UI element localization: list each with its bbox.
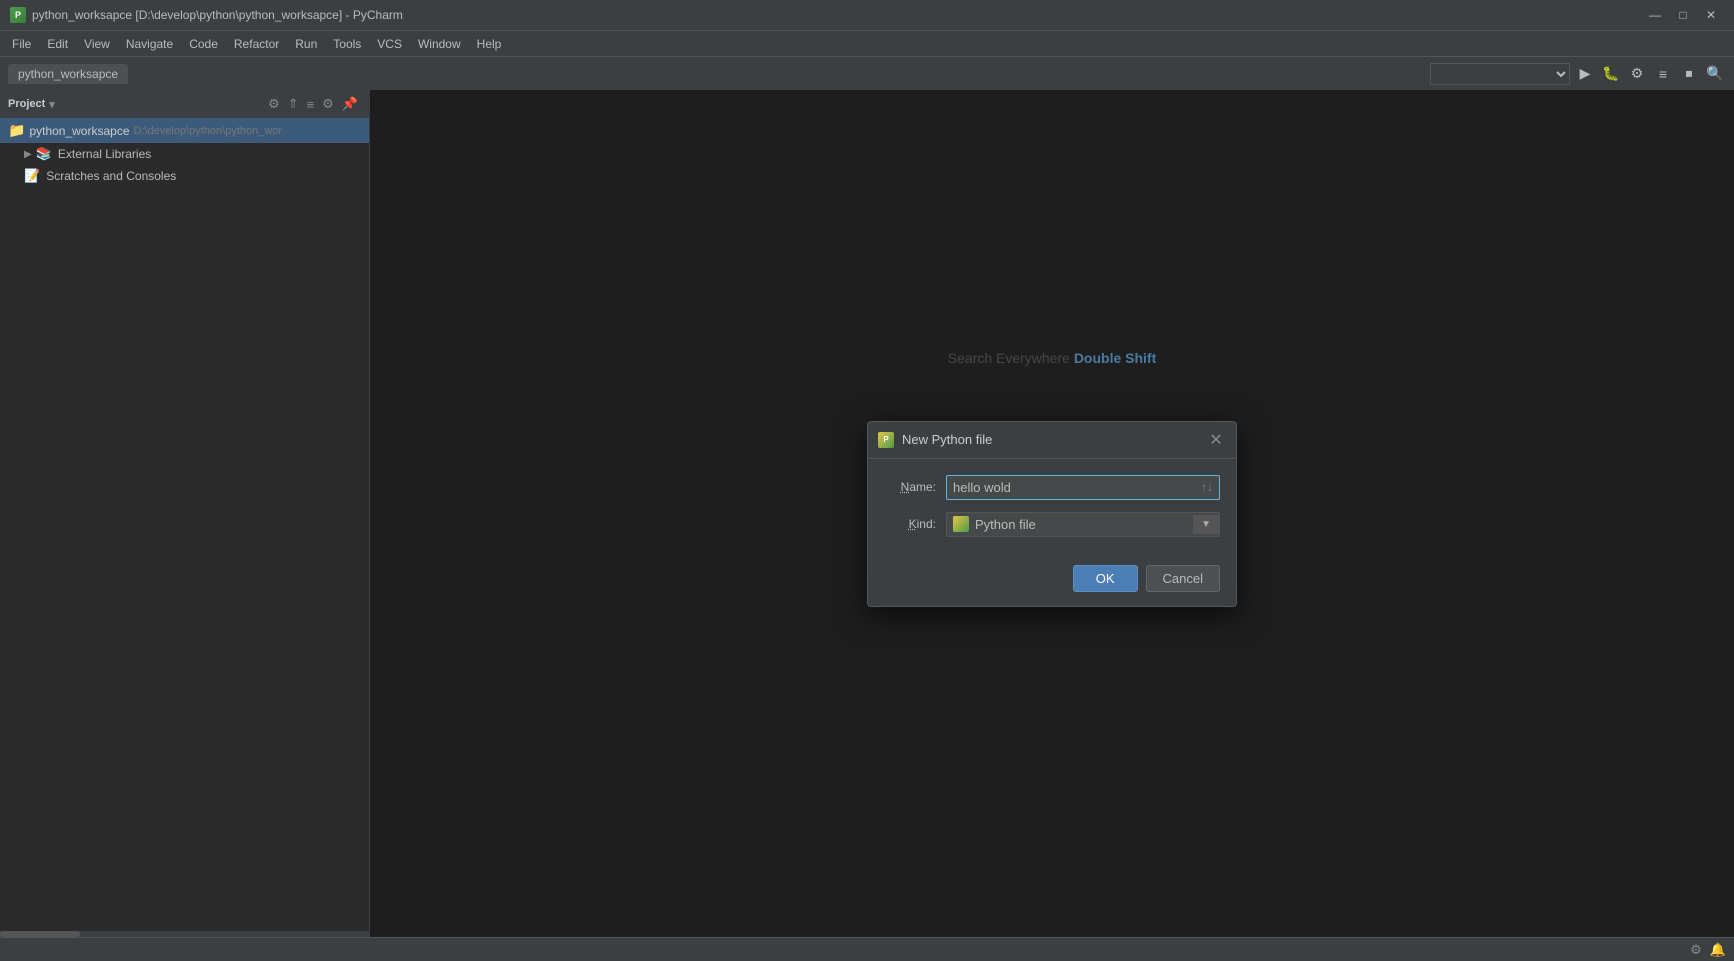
dialog-overlay: P New Python file ✕ Name: ↑↓: [370, 90, 1734, 937]
status-bar: ⚙ 🔔: [0, 937, 1734, 961]
folder-icon: 📁: [8, 122, 25, 139]
stop-button[interactable]: ⏹: [1678, 63, 1700, 85]
ok-button[interactable]: OK: [1073, 565, 1138, 592]
close-button[interactable]: ✕: [1698, 5, 1724, 25]
menu-window[interactable]: Window: [410, 35, 469, 53]
external-libraries-icon: 📚: [36, 146, 52, 162]
sidebar: Project ▾ ⚙ ⇑ ≡ ⚙ 📌 📁 python_worksapce D…: [0, 90, 370, 937]
kind-label: Kind:: [884, 517, 936, 531]
dialog-close-button[interactable]: ✕: [1206, 430, 1226, 450]
kind-select[interactable]: Python file Python unit test Python stub: [969, 513, 1193, 536]
project-root-name: python_worksapce: [29, 124, 129, 138]
sidebar-scrollbar[interactable]: [0, 931, 370, 937]
sidebar-header: Project ▾ ⚙ ⇑ ≡ ⚙ 📌: [0, 90, 369, 118]
sidebar-options-btn[interactable]: ≡: [304, 95, 318, 113]
dialog-title-bar: P New Python file ✕: [868, 422, 1236, 459]
project-root-path: D:\develop\python\python_wor: [134, 125, 283, 137]
sidebar-dropdown-icon[interactable]: ▾: [49, 98, 55, 111]
status-icon-right[interactable]: 🔔: [1710, 942, 1726, 958]
name-input[interactable]: [947, 476, 1195, 499]
kind-row: Kind: Python file Python unit test Pytho…: [884, 512, 1220, 537]
name-label: Name:: [884, 480, 936, 494]
external-libraries-label: External Libraries: [58, 147, 151, 161]
expand-icon: ▶: [24, 149, 32, 160]
title-bar-controls: — □ ✕: [1642, 5, 1724, 25]
scratches-consoles-label: Scratches and Consoles: [46, 169, 176, 183]
project-root-item[interactable]: 📁 python_worksapce D:\develop\python\pyt…: [0, 118, 369, 143]
dialog-title: New Python file: [902, 432, 1206, 447]
scratches-consoles-item[interactable]: 📝 Scratches and Consoles: [0, 165, 369, 187]
title-bar-text: python_worksapce [D:\develop\python\pyth…: [32, 8, 1642, 22]
sidebar-pin-btn[interactable]: 📌: [339, 95, 361, 113]
title-bar: P python_worksapce [D:\develop\python\py…: [0, 0, 1734, 30]
scratches-icon: 📝: [24, 168, 40, 184]
coverage-button[interactable]: ⚙: [1626, 63, 1648, 85]
run-config-combo[interactable]: [1430, 63, 1570, 85]
maximize-button[interactable]: □: [1670, 5, 1696, 25]
kind-dropdown-arrow[interactable]: ▼: [1193, 515, 1219, 534]
sidebar-header-label: Project: [8, 98, 45, 110]
menu-vcs[interactable]: VCS: [369, 35, 410, 53]
minimize-button[interactable]: —: [1642, 5, 1668, 25]
menu-navigate[interactable]: Navigate: [118, 35, 181, 53]
external-libraries-item[interactable]: ▶ 📚 External Libraries: [0, 143, 369, 165]
search-everywhere-button[interactable]: 🔍: [1704, 63, 1726, 85]
name-input-wrap: ↑↓: [946, 475, 1220, 500]
menu-bar: File Edit View Navigate Code Refactor Ru…: [0, 30, 1734, 56]
python-file-icon: [953, 516, 969, 532]
app-icon: P: [10, 7, 26, 23]
menu-code[interactable]: Code: [181, 35, 226, 53]
menu-view[interactable]: View: [76, 35, 118, 53]
menu-help[interactable]: Help: [469, 35, 510, 53]
main-area: Project ▾ ⚙ ⇑ ≡ ⚙ 📌 📁 python_worksapce D…: [0, 90, 1734, 937]
run-button[interactable]: ▶: [1574, 63, 1596, 85]
profile-button[interactable]: ≡: [1652, 63, 1674, 85]
sidebar-settings-btn[interactable]: ⚙: [265, 95, 283, 113]
name-row: Name: ↑↓: [884, 475, 1220, 500]
menu-refactor[interactable]: Refactor: [226, 35, 287, 53]
sidebar-gear-btn[interactable]: ⚙: [319, 95, 337, 113]
menu-tools[interactable]: Tools: [325, 35, 369, 53]
dialog-body: Name: ↑↓ Kind:: [868, 459, 1236, 561]
sidebar-collapse-btn[interactable]: ⇑: [285, 95, 302, 113]
dialog-footer: OK Cancel: [868, 561, 1236, 606]
debug-button[interactable]: 🐛: [1600, 63, 1622, 85]
menu-run[interactable]: Run: [287, 35, 325, 53]
menu-edit[interactable]: Edit: [39, 35, 76, 53]
dialog-title-icon: P: [878, 432, 894, 448]
toolbar: python_worksapce ▶ 🐛 ⚙ ≡ ⏹ 🔍: [0, 56, 1734, 90]
sidebar-header-actions: ⚙ ⇑ ≡ ⚙ 📌: [265, 95, 361, 113]
name-sort-button[interactable]: ↑↓: [1195, 478, 1219, 496]
project-tab-label: python_worksapce: [18, 67, 118, 81]
project-tab[interactable]: python_worksapce: [8, 64, 128, 84]
kind-select-wrap: Python file Python unit test Python stub…: [946, 512, 1220, 537]
status-icon-left[interactable]: ⚙: [1690, 942, 1702, 958]
scrollbar-thumb[interactable]: [0, 931, 80, 937]
content-area: Search Everywhere Double Shift P New Pyt…: [370, 90, 1734, 937]
new-python-file-dialog: P New Python file ✕ Name: ↑↓: [867, 421, 1237, 607]
menu-file[interactable]: File: [4, 35, 39, 53]
cancel-button[interactable]: Cancel: [1146, 565, 1220, 592]
